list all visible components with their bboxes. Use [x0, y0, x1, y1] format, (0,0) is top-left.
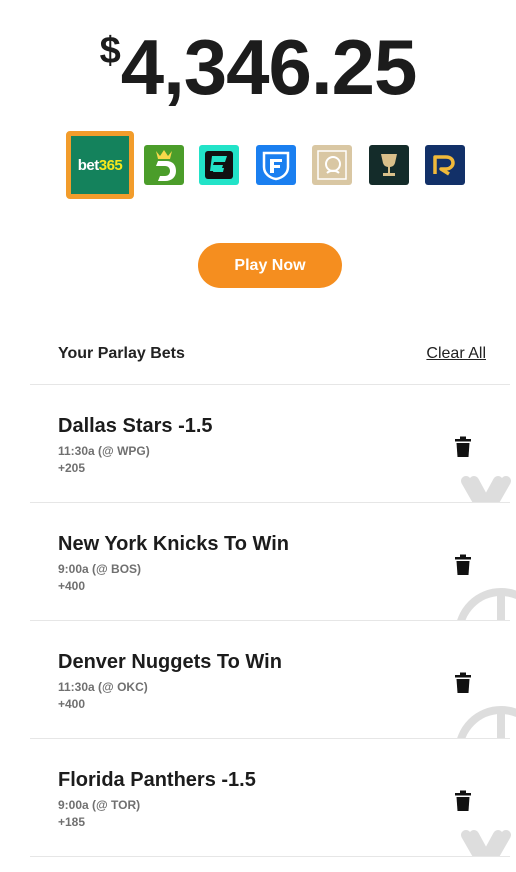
bet-odds: +400 [58, 579, 86, 593]
sportsbook-bet365[interactable]: bet365 [66, 131, 134, 199]
bet-title: Denver Nuggets To Win [58, 651, 282, 673]
espnbet-logo-icon [205, 151, 233, 179]
bet-odds: +185 [58, 815, 86, 829]
bet-title: Dallas Stars -1.5 [58, 415, 213, 437]
chalice-logo-icon [381, 154, 397, 176]
trash-icon[interactable] [454, 554, 472, 576]
play-now-button[interactable]: Play Now [198, 243, 342, 288]
basketball-watermark-icon [457, 588, 516, 620]
bet-game-time: 9:00a (@ TOR) [58, 798, 141, 812]
parlay-bet-item: Denver Nuggets To Win 11:30a (@ OKC) +40… [30, 621, 516, 738]
bet-odds: +400 [58, 697, 86, 711]
bet365-logo-icon: bet365 [77, 156, 123, 174]
parlay-bet-item: Dallas Stars -1.5 11:30a (@ WPG) +205 [30, 385, 516, 502]
fanduel-logo-icon [262, 151, 290, 181]
bet-game-time: 11:30a (@ OKC) [58, 680, 148, 694]
rivers-logo-icon [433, 155, 455, 176]
hockey-watermark-icon [461, 476, 511, 502]
parlay-bet-item: New York Knicks To Win 9:00a (@ BOS) +40… [30, 503, 516, 620]
basketball-watermark-icon [457, 706, 516, 738]
sportsbook-caesars[interactable] [312, 145, 352, 185]
sportsbook-fanduel[interactable] [256, 145, 296, 185]
bet-game-time: 9:00a (@ BOS) [58, 562, 142, 576]
currency-symbol: $ [99, 30, 121, 72]
sportsbook-draftkings[interactable] [144, 145, 184, 185]
trash-icon[interactable] [454, 672, 472, 694]
parlay-bet-item: Florida Panthers -1.5 9:00a (@ TOR) +185 [30, 739, 516, 856]
hockey-watermark-icon [461, 830, 511, 856]
payout-value: 4,346.25 [120, 23, 418, 111]
sportsbook-betrivers[interactable] [369, 145, 409, 185]
bet-title: Florida Panthers -1.5 [58, 769, 256, 791]
payout-amount: $4,346.25 [0, 22, 516, 113]
bet-game-time: 11:30a (@ WPG) [58, 444, 150, 458]
caesars-logo-icon [317, 150, 347, 180]
sportsbook-espnbet[interactable] [199, 145, 239, 185]
parlay-title: Your Parlay Bets [58, 345, 185, 362]
trash-icon[interactable] [454, 790, 472, 812]
bet-odds: +205 [58, 461, 86, 475]
bet-title: New York Knicks To Win [58, 533, 289, 555]
draftkings-logo-icon [156, 150, 176, 181]
divider [30, 856, 510, 857]
sportsbook-rivers[interactable] [425, 145, 465, 185]
parlay-header: Your Parlay Bets Clear All [58, 340, 486, 370]
clear-all-link[interactable]: Clear All [426, 345, 486, 363]
trash-icon[interactable] [454, 436, 472, 458]
